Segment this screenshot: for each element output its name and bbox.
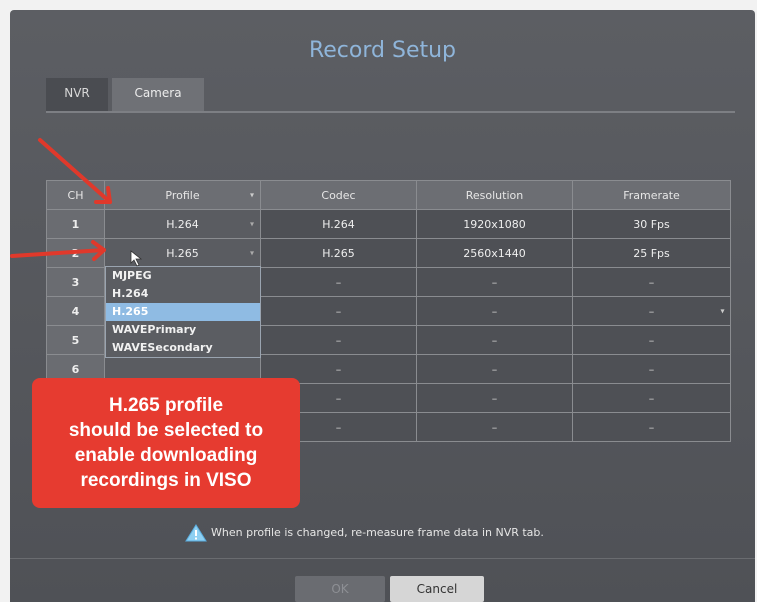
cell-resolution: 2560x1440 <box>416 238 573 268</box>
dropdown-option-h264[interactable]: H.264 <box>106 285 260 303</box>
table-row: 1 H.264 ▾ H.264 1920x1080 30 Fps <box>46 209 731 239</box>
profile-dropdown-menu: MJPEG H.264 H.265 WAVEPrimary WAVESecond… <box>105 266 261 358</box>
cell-framerate: 30 Fps <box>572 209 731 239</box>
header-resolution: Resolution <box>416 180 573 210</box>
callout-line: H.265 profile <box>108 395 224 416</box>
cell-framerate: – <box>572 325 731 355</box>
table-header-row: CH ▾ Profile ▾ Codec Resolution Framerate <box>46 180 731 316</box>
annotation-callout: H.265 profile should be selected to enab… <box>32 378 300 508</box>
cell-resolution: 1920x1080 <box>416 209 573 239</box>
callout-line: recordings in VISO <box>80 470 252 491</box>
chevron-down-icon: ▾ <box>720 306 725 316</box>
cell-framerate: – <box>572 267 731 297</box>
header-framerate: Framerate <box>572 180 731 210</box>
cell-codec: – <box>260 267 417 297</box>
cell-framerate: – <box>572 354 731 384</box>
table-row: 2 H.265 ▾ H.265 2560x1440 25 Fps <box>46 238 731 268</box>
dropdown-option-h265[interactable]: H.265 <box>106 303 260 321</box>
header-profile[interactable]: Profile ▾ <box>104 180 261 210</box>
dropdown-option-waveprimary[interactable]: WAVEPrimary <box>106 321 260 339</box>
tab-nvr[interactable]: NVR <box>46 78 108 112</box>
tab-divider <box>46 111 735 113</box>
page-title: Record Setup <box>308 38 457 63</box>
cell-codec: H.265 <box>260 238 417 268</box>
chevron-down-icon: ▾ <box>249 248 254 258</box>
cell-resolution: – <box>416 325 573 355</box>
header-codec: Codec <box>260 180 417 210</box>
warning-text: When profile is changed, re-measure fram… <box>211 526 544 539</box>
cell-resolution: – <box>416 267 573 297</box>
chevron-down-icon: ▾ <box>249 219 254 229</box>
cell-ch: 4 <box>46 296 105 326</box>
footer-divider <box>10 558 755 559</box>
cell-resolution: – <box>416 383 573 413</box>
cell-framerate: – <box>572 412 731 442</box>
cell-resolution: – <box>416 412 573 442</box>
cell-framerate: 25 Fps <box>572 238 731 268</box>
cell-codec: – <box>260 296 417 326</box>
dropdown-option-wavesecondary[interactable]: WAVESecondary <box>106 339 260 357</box>
warning-icon <box>185 524 207 542</box>
cell-ch: 3 <box>46 267 105 297</box>
dropdown-option-mjpeg[interactable]: MJPEG <box>106 267 260 285</box>
callout-line: should be selected to <box>68 420 264 441</box>
chevron-down-icon: ▾ <box>249 190 254 200</box>
cell-ch: 2 <box>46 238 105 268</box>
tab-camera[interactable]: Camera <box>112 78 204 112</box>
profile-select[interactable]: H.265 ▾ <box>104 238 261 268</box>
profile-select[interactable]: H.264 ▾ <box>104 209 261 239</box>
cell-framerate: – <box>572 383 731 413</box>
header-ch[interactable]: CH ▾ <box>46 180 725 316</box>
cancel-button[interactable]: Cancel <box>390 576 484 602</box>
ok-button[interactable]: OK <box>295 576 385 602</box>
cell-resolution: – <box>416 296 573 326</box>
cell-codec: – <box>260 325 417 355</box>
cell-codec: H.264 <box>260 209 417 239</box>
cell-framerate: – <box>572 296 731 326</box>
cell-resolution: – <box>416 354 573 384</box>
record-setup-screen: Record Setup NVR Camera CH ▾ Profile ▾ Cod… <box>10 10 755 602</box>
cell-ch: 5 <box>46 325 105 355</box>
callout-line: enable downloading <box>74 445 258 466</box>
warning-message: When profile is changed, re-measure fram… <box>185 524 544 542</box>
cell-ch: 1 <box>46 209 105 239</box>
